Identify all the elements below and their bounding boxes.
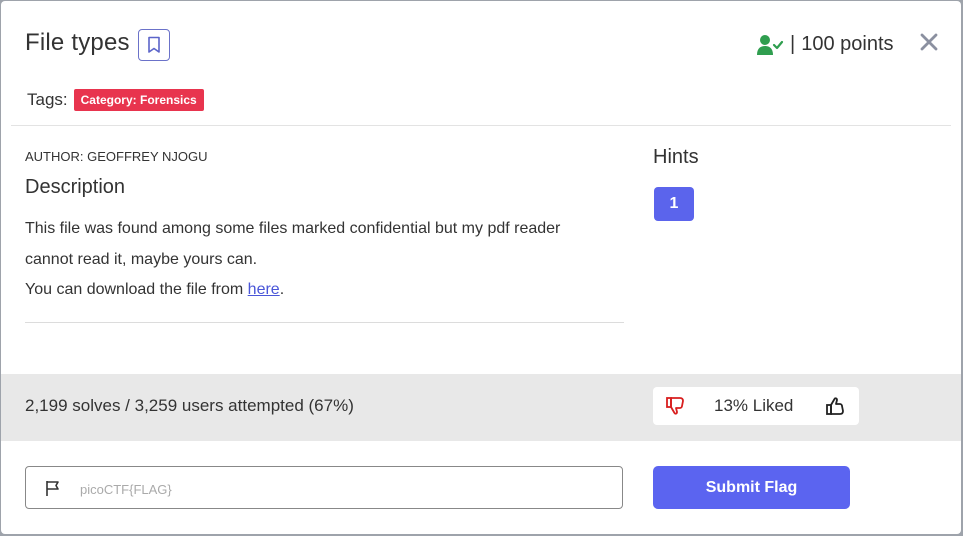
solves-stats: 2,199 solves / 3,259 users attempted (67… [25, 396, 354, 415]
like-box: 13% Liked [653, 387, 859, 425]
tags-label: Tags: [27, 90, 68, 109]
description-line: This file was found among some files mar… [25, 220, 561, 237]
download-suffix: . [279, 281, 285, 298]
description-line: cannot read it, maybe yours can. [25, 250, 258, 268]
description-divider [25, 322, 624, 323]
flag-field[interactable] [25, 466, 623, 509]
description-heading: Description [25, 176, 126, 198]
category-tag[interactable]: Category: Forensics [73, 89, 204, 111]
thumbs-down-icon [666, 397, 684, 415]
bookmark-icon [148, 36, 160, 53]
user-check-icon [757, 34, 784, 55]
author-label: AUTHOR: GEOFFREY NJOGU [25, 149, 208, 164]
download-link[interactable]: here [248, 281, 280, 298]
flag-icon [46, 481, 59, 496]
liked-percentage: 13% Liked [714, 396, 794, 415]
submit-flag-button[interactable]: Submit Flag [653, 466, 850, 509]
tags-row: Tags: Category: Forensics [27, 89, 204, 111]
download-prefix: You can download the file from [25, 281, 248, 298]
bookmark-button[interactable] [138, 29, 170, 61]
description-line: You can download the file from here. [25, 275, 625, 306]
stats-bar: 2,199 solves / 3,259 users attempted (67… [1, 374, 961, 441]
description-text: This file was found among some files mar… [25, 214, 625, 306]
points-separator: | [790, 33, 796, 55]
challenge-title: File types [25, 29, 130, 56]
dislike-button[interactable] [665, 396, 687, 416]
hint-button-1[interactable]: 1 [654, 187, 694, 221]
like-button[interactable] [825, 396, 847, 416]
close-button[interactable] [918, 31, 940, 53]
hints-heading: Hints [653, 146, 699, 168]
points-display: | 100 points [757, 33, 894, 56]
modal-header: File types | 100 points Tags: Category: … [1, 1, 961, 125]
header-divider [11, 125, 951, 126]
flag-input[interactable] [78, 476, 612, 502]
thumbs-up-icon [826, 397, 844, 415]
challenge-modal: File types | 100 points Tags: Category: … [1, 1, 961, 534]
close-icon [920, 33, 938, 51]
points-label: 100 points [801, 33, 894, 55]
